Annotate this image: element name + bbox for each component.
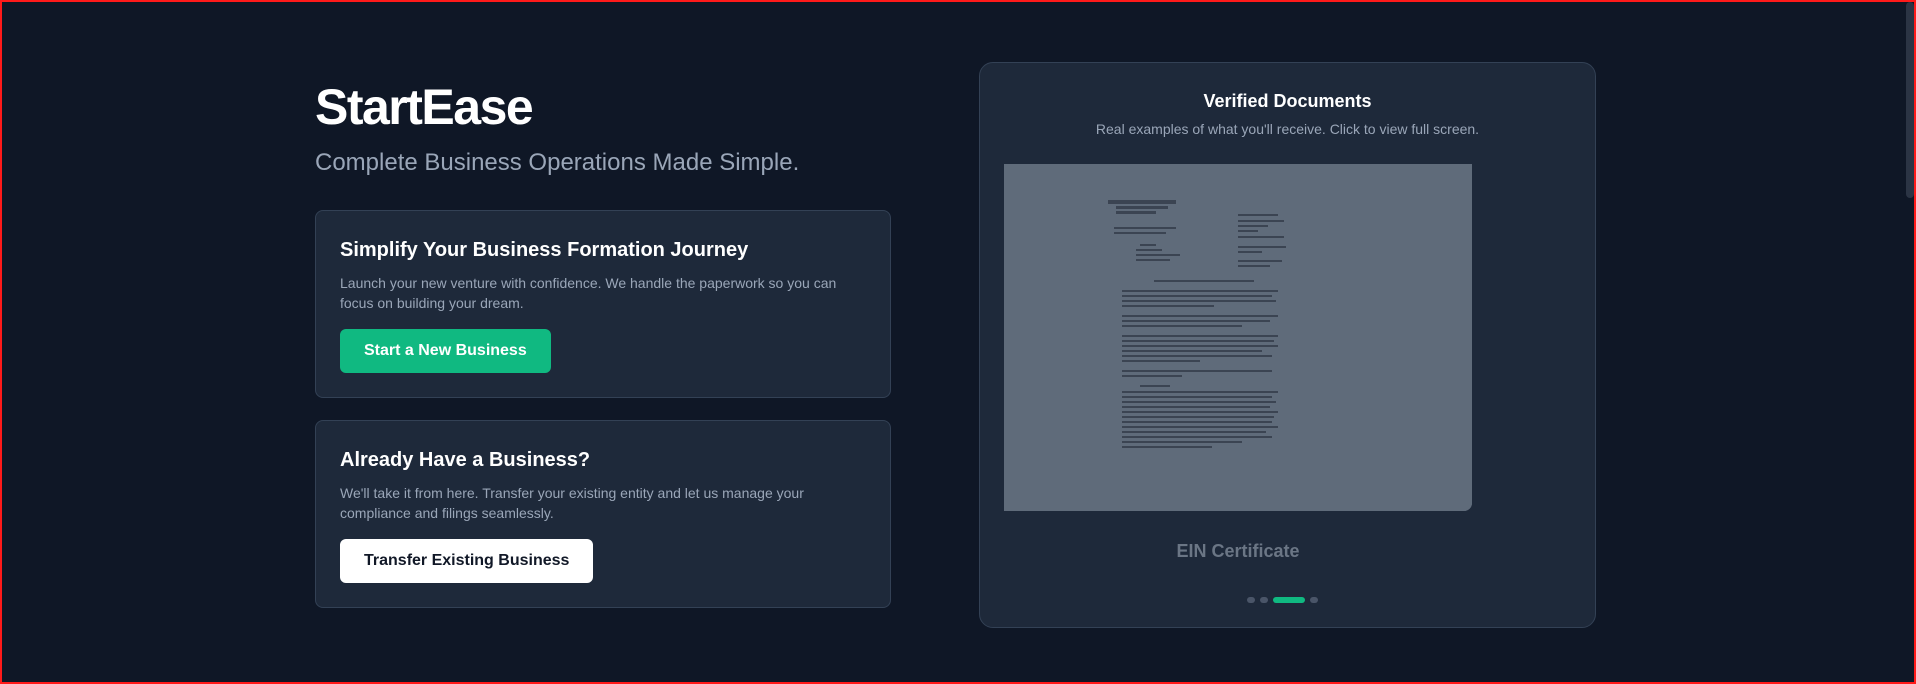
- existing-business-description: We'll take it from here. Transfer your e…: [340, 485, 804, 521]
- hero-section: StartEase Complete Business Operations M…: [315, 78, 891, 608]
- page-scrollbar[interactable]: [1906, 2, 1914, 198]
- carousel-dot-1[interactable]: [1247, 597, 1255, 603]
- document-caption: EIN Certificate: [1176, 541, 1300, 561]
- verified-documents-panel: Verified Documents Real examples of what…: [979, 62, 1596, 628]
- new-business-heading: Simplify Your Business Formation Journey: [340, 239, 749, 261]
- carousel-dot-4[interactable]: [1310, 597, 1318, 603]
- new-business-description: Launch your new venture with confidence.…: [340, 275, 837, 311]
- carousel-dot-3[interactable]: [1273, 597, 1305, 603]
- transfer-existing-business-button[interactable]: Transfer Existing Business: [340, 539, 594, 583]
- document-preview-image[interactable]: [1004, 164, 1472, 511]
- window-frame: [0, 0, 1916, 684]
- documents-subtitle: Real examples of what you'll receive. Cl…: [1095, 121, 1480, 137]
- existing-business-heading: Already Have a Business?: [340, 449, 591, 471]
- carousel-indicators: [1247, 597, 1318, 603]
- tagline: Complete Business Operations Made Simple…: [315, 149, 800, 176]
- documents-title: Verified Documents: [1203, 91, 1372, 111]
- carousel-dot-2[interactable]: [1260, 597, 1268, 603]
- brand-title: StartEase: [315, 79, 534, 135]
- start-new-business-button[interactable]: Start a New Business: [340, 329, 551, 373]
- document-scan-graphic: [1004, 164, 1472, 511]
- existing-business-card: Already Have a Business? We'll take it f…: [315, 420, 891, 608]
- new-business-card: Simplify Your Business Formation Journey…: [315, 210, 891, 398]
